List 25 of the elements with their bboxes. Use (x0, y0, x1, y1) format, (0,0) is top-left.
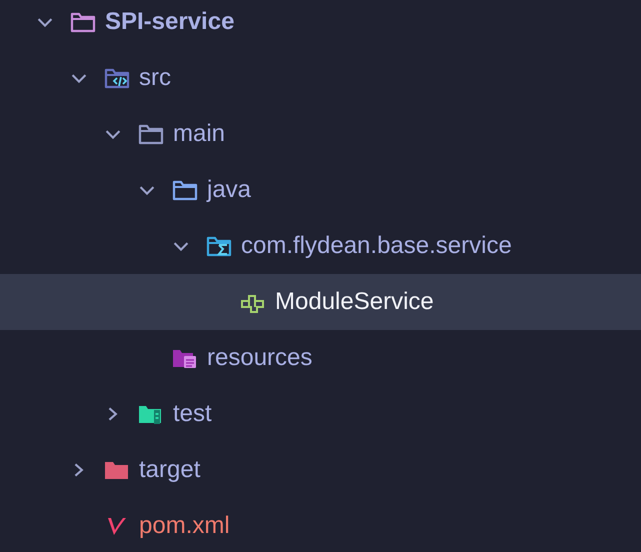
tree-row[interactable]: resources (0, 330, 641, 386)
item-label: test (173, 399, 212, 429)
tree-row[interactable]: main (0, 106, 641, 162)
item-label: resources (207, 343, 312, 373)
item-label: src (139, 63, 171, 93)
item-label: pom.xml (139, 511, 230, 541)
item-label: SPI-service (105, 7, 234, 37)
tree-row[interactable]: pom.xml (0, 498, 641, 552)
tree-row[interactable]: test (0, 386, 641, 442)
item-label: main (173, 119, 226, 149)
folder-icon (69, 10, 97, 34)
tree-row[interactable]: java (0, 162, 641, 218)
folder-icon (137, 122, 165, 146)
item-label: java (207, 175, 252, 205)
folder-icon (171, 178, 199, 202)
item-label: com.flydean.base.service (241, 231, 512, 261)
code-folder-icon (103, 66, 131, 90)
tree-row[interactable]: target (0, 442, 641, 498)
sigma-folder-icon (205, 234, 233, 258)
tree-row[interactable]: src (0, 50, 641, 106)
tree-row[interactable]: SPI-service (0, 0, 641, 50)
tree-row[interactable]: ModuleService (0, 274, 641, 330)
item-label: target (139, 455, 200, 485)
tree-row[interactable]: com.flydean.base.service (0, 218, 641, 274)
item-label: ModuleService (275, 287, 434, 317)
